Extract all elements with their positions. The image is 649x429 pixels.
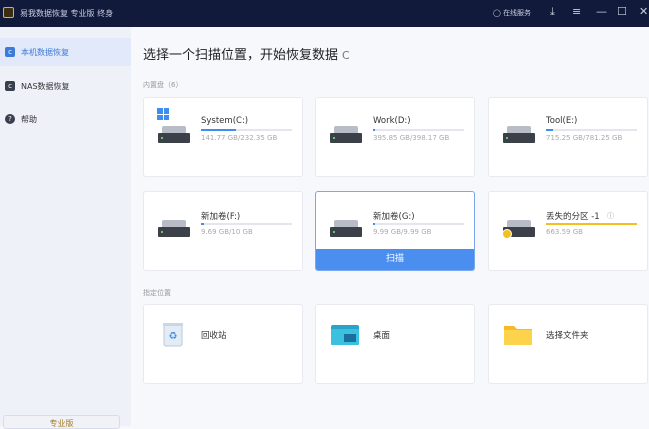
drive-card[interactable]: 丢失的分区 -1 ⓘ 663.59 GB <box>488 191 648 271</box>
sidebar-item-local-recovery[interactable]: c 本机数据恢复 <box>0 38 131 66</box>
online-service-label: 在线服务 <box>503 9 532 17</box>
drive-usage-bar <box>201 129 292 131</box>
scan-button[interactable]: 扫描 <box>316 249 474 270</box>
nas-recovery-icon: c <box>5 81 15 91</box>
online-service-link[interactable]: ◯ 在线服务 <box>493 8 531 18</box>
location-desktop[interactable]: 桌面 <box>315 304 475 384</box>
drive-card[interactable]: Tool(E:) 715.25 GB/781.25 GB <box>488 97 648 177</box>
hard-drive-icon <box>158 126 190 144</box>
hard-drive-icon <box>503 126 535 144</box>
page-title: 选择一个扫描位置，开始恢复数据 C <box>143 44 350 63</box>
internal-drives-label: 内置盘（6） <box>143 81 183 89</box>
hard-drive-icon <box>330 220 362 238</box>
recycle-bin-icon: ♻ <box>163 323 183 347</box>
drive-size: 715.25 GB/781.25 GB <box>546 134 623 142</box>
drive-name: 新加卷(G:) <box>373 212 415 222</box>
sidebar-item-nas-recovery[interactable]: c NAS数据恢复 <box>0 72 131 100</box>
drive-usage-bar <box>373 129 464 131</box>
drive-name: Tool(E:) <box>546 116 578 126</box>
drive-name: Work(D:) <box>373 116 411 126</box>
download-icon[interactable]: ⤓ <box>550 5 555 19</box>
menu-icon[interactable]: ≡ <box>572 5 581 18</box>
drive-usage-bar <box>546 223 637 225</box>
drive-recovery-icon: c <box>5 47 15 57</box>
drive-card[interactable]: 新加卷(F:) 9.69 GB/10 GB <box>143 191 303 271</box>
location-label: 选择文件夹 <box>546 331 589 341</box>
location-label: 回收站 <box>201 331 227 341</box>
sidebar: c 本机数据恢复 c NAS数据恢复 ? 帮助 <box>0 27 131 426</box>
drive-size: 663.59 GB <box>546 228 583 236</box>
minimize-icon[interactable]: — <box>596 5 607 18</box>
folder-icon <box>504 326 532 345</box>
refresh-icon[interactable]: C <box>342 49 350 62</box>
desktop-folder-icon <box>331 325 359 345</box>
drive-card[interactable]: 新加卷(G:) 9.99 GB/9.99 GB 扫描 <box>315 191 475 271</box>
hard-drive-icon <box>330 126 362 144</box>
drive-card[interactable]: Work(D:) 395.85 GB/398.17 GB <box>315 97 475 177</box>
app-logo-icon <box>3 7 14 18</box>
sidebar-item-label: NAS数据恢复 <box>21 81 70 91</box>
hard-drive-icon <box>158 220 190 238</box>
location-select-folder[interactable]: 选择文件夹 <box>488 304 648 384</box>
close-icon[interactable]: ✕ <box>639 5 648 18</box>
drive-usage-bar <box>201 223 292 225</box>
drive-card[interactable]: System(C:) 141.77 GB/232.35 GB <box>143 97 303 177</box>
title-bar: 易我数据恢复 专业版 终身 ◯ 在线服务 ⤓ ≡ — ☐ ✕ <box>0 0 649 27</box>
drive-usage-bar <box>373 223 464 225</box>
drive-name: 新加卷(F:) <box>201 212 241 222</box>
sidebar-item-label: 本机数据恢复 <box>21 47 69 57</box>
location-label: 桌面 <box>373 331 391 341</box>
svg-text:♻: ♻ <box>169 331 178 342</box>
help-icon: ? <box>5 114 15 124</box>
drive-name: System(C:) <box>201 116 249 126</box>
drive-name: 丢失的分区 -1 <box>546 212 600 222</box>
lost-partition-icon <box>502 229 512 239</box>
windows-icon <box>157 108 169 120</box>
location-recycle-bin[interactable]: ♻ 回收站 <box>143 304 303 384</box>
drive-usage-bar <box>546 129 637 131</box>
maximize-icon[interactable]: ☐ <box>617 5 627 18</box>
locations-label: 指定位置 <box>143 289 171 297</box>
page-title-text: 选择一个扫描位置，开始恢复数据 <box>143 48 339 63</box>
drive-size: 9.69 GB/10 GB <box>201 228 253 236</box>
pro-edition-button[interactable]: 专业版 <box>3 415 120 429</box>
sidebar-item-help[interactable]: ? 帮助 <box>0 105 131 133</box>
info-icon[interactable]: ⓘ <box>607 211 614 221</box>
app-title: 易我数据恢复 专业版 终身 <box>20 9 114 18</box>
sidebar-item-label: 帮助 <box>21 114 37 124</box>
drive-size: 9.99 GB/9.99 GB <box>373 228 432 236</box>
drive-size: 141.77 GB/232.35 GB <box>201 134 278 142</box>
drive-size: 395.85 GB/398.17 GB <box>373 134 450 142</box>
